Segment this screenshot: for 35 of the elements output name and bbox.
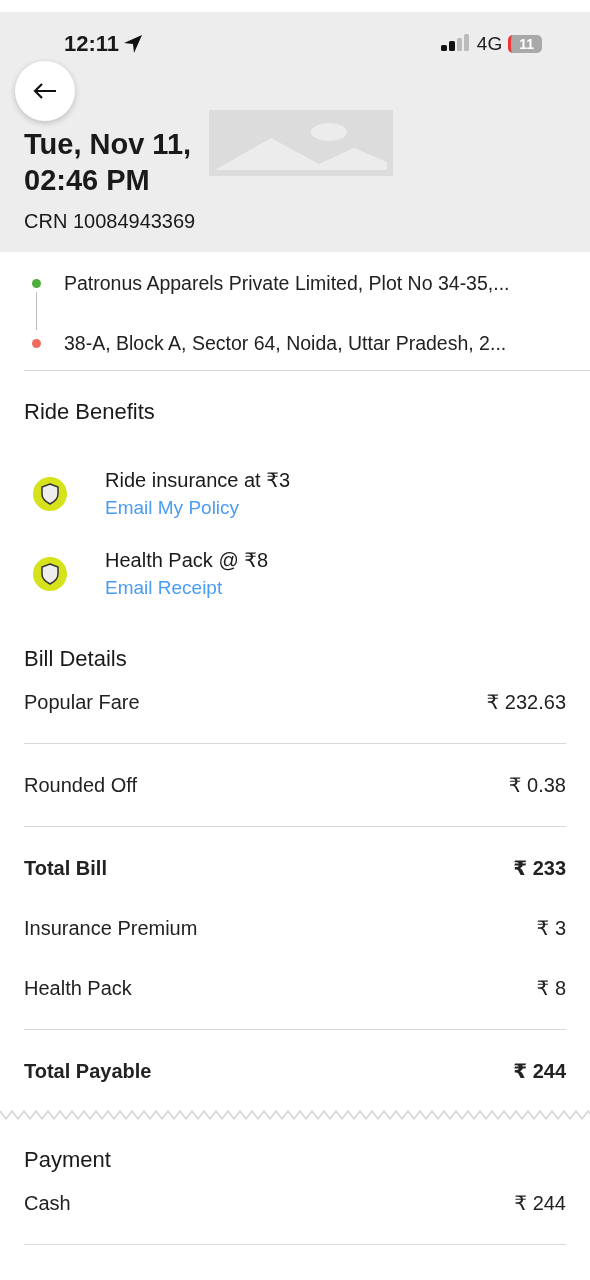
email-link[interactable]: Email My Policy: [105, 494, 291, 521]
ride-time: 02:46 PM: [24, 163, 151, 198]
crn-number: CRN 10084943369: [24, 210, 197, 233]
section-title: Ride Benefits: [24, 398, 156, 426]
location-arrow-icon: [123, 34, 144, 54]
bill-label: Rounded Off: [24, 773, 138, 797]
bill-amount: ₹ 0.38: [508, 773, 566, 797]
email-link[interactable]: Email Receipt: [105, 574, 269, 601]
bill-label: Insurance Premium: [24, 916, 198, 940]
ride-date: Tue, Nov 11,: [24, 127, 192, 162]
section-title: Bill Details: [24, 645, 128, 672]
bill-amount: ₹ 244: [513, 1059, 566, 1083]
bill-label: Health Pack: [24, 976, 132, 1000]
bill-amount: ₹ 8: [536, 976, 566, 1000]
bill-amount: ₹ 244: [514, 1191, 566, 1215]
network-label: 4G: [476, 33, 503, 55]
shield-icon: [32, 556, 68, 592]
section-title: Payment: [24, 1146, 112, 1173]
bill-label: Popular Fare: [24, 690, 140, 714]
bill-amount: ₹ 232.63: [486, 690, 566, 714]
benefit-label: Ride insurance at ₹3: [105, 468, 291, 493]
bill-label: Cash: [24, 1191, 71, 1215]
back-arrow-icon: [33, 82, 57, 100]
bill-amount: ₹ 3: [536, 916, 566, 940]
battery-indicator: 11: [508, 35, 542, 53]
bill-label: Total Bill: [24, 856, 107, 880]
back-button[interactable]: [15, 61, 75, 121]
route-address: 38-A, Block A, Sector 64, Noida, Uttar Pradesh, 2...: [64, 331, 507, 355]
bill-amount: ₹ 233: [513, 856, 566, 880]
bill-label: Total Payable: [24, 1059, 152, 1083]
signal-icon: [440, 34, 471, 54]
benefit-label: Health Pack @ ₹8: [105, 548, 269, 573]
status-time: 12:11: [64, 31, 120, 57]
shield-icon: [32, 476, 68, 512]
route-address: Patronus Apparels Private Limited, Plot No 34-35,...: [64, 271, 510, 295]
